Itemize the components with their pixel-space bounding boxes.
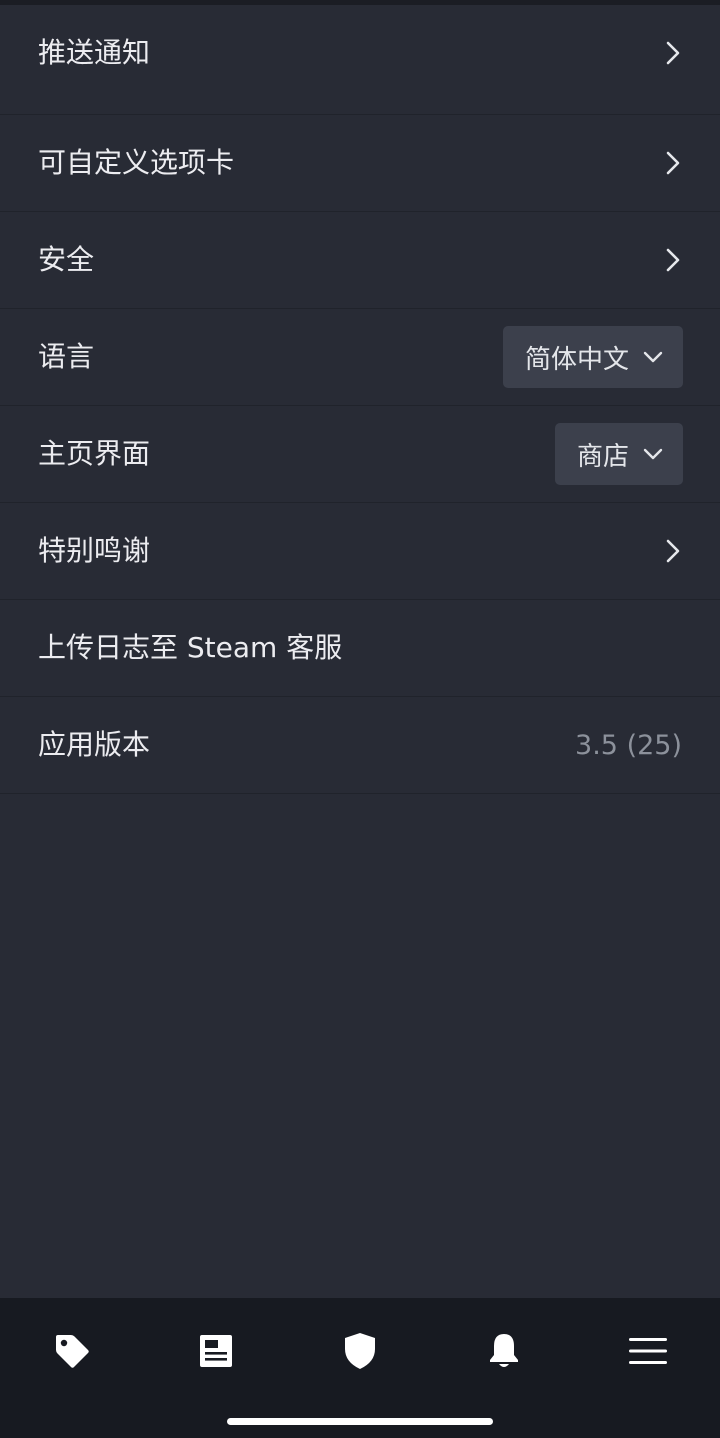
setting-label: 推送通知 — [38, 35, 151, 69]
setting-label: 应用版本 — [38, 728, 151, 761]
setting-home-screen: 主页界面 商店 — [0, 406, 720, 503]
setting-label: 安全 — [38, 243, 95, 276]
tab-news[interactable] — [184, 1328, 248, 1378]
bottom-tab-bar — [0, 1298, 720, 1438]
chevron-down-icon — [643, 351, 663, 363]
chevron-down-icon — [643, 448, 663, 460]
setting-language: 语言 简体中文 — [0, 309, 720, 406]
chevron-right-icon — [664, 538, 682, 564]
setting-label: 可自定义选项卡 — [38, 146, 235, 179]
setting-push-notifications[interactable]: 推送通知 — [0, 5, 720, 115]
tab-guard[interactable] — [328, 1328, 392, 1378]
setting-label: 上传日志至 Steam 客服 — [38, 631, 343, 664]
tag-icon — [52, 1331, 92, 1375]
language-dropdown-value: 简体中文 — [524, 344, 629, 375]
home-indicator[interactable] — [227, 1418, 493, 1425]
tab-store[interactable] — [40, 1328, 104, 1378]
bell-icon — [487, 1332, 521, 1374]
tab-menu[interactable] — [616, 1328, 680, 1378]
chevron-right-icon — [664, 150, 682, 176]
news-icon — [199, 1334, 233, 1372]
setting-app-version: 应用版本 3.5 (25) — [0, 697, 720, 794]
shield-icon — [343, 1332, 377, 1374]
tab-notifications[interactable] — [472, 1328, 536, 1378]
settings-list: 推送通知 可自定义选项卡 安全 语言 简体中文 主页界面 商店 特别鸣谢 上传日… — [0, 5, 720, 794]
setting-security[interactable]: 安全 — [0, 212, 720, 309]
setting-label: 主页界面 — [38, 437, 151, 470]
home-screen-dropdown-value: 商店 — [576, 441, 629, 472]
setting-customizable-tabs[interactable]: 可自定义选项卡 — [0, 115, 720, 212]
home-screen-dropdown[interactable]: 商店 — [554, 423, 683, 485]
menu-icon — [629, 1337, 667, 1369]
chevron-right-icon — [664, 40, 682, 66]
setting-upload-logs[interactable]: 上传日志至 Steam 客服 — [0, 600, 720, 697]
chevron-right-icon — [664, 247, 682, 273]
setting-label: 特别鸣谢 — [38, 534, 151, 567]
setting-label: 语言 — [38, 340, 95, 373]
language-dropdown[interactable]: 简体中文 — [502, 326, 683, 388]
setting-special-thanks[interactable]: 特别鸣谢 — [0, 503, 720, 600]
app-version-value: 3.5 (25) — [575, 729, 682, 761]
